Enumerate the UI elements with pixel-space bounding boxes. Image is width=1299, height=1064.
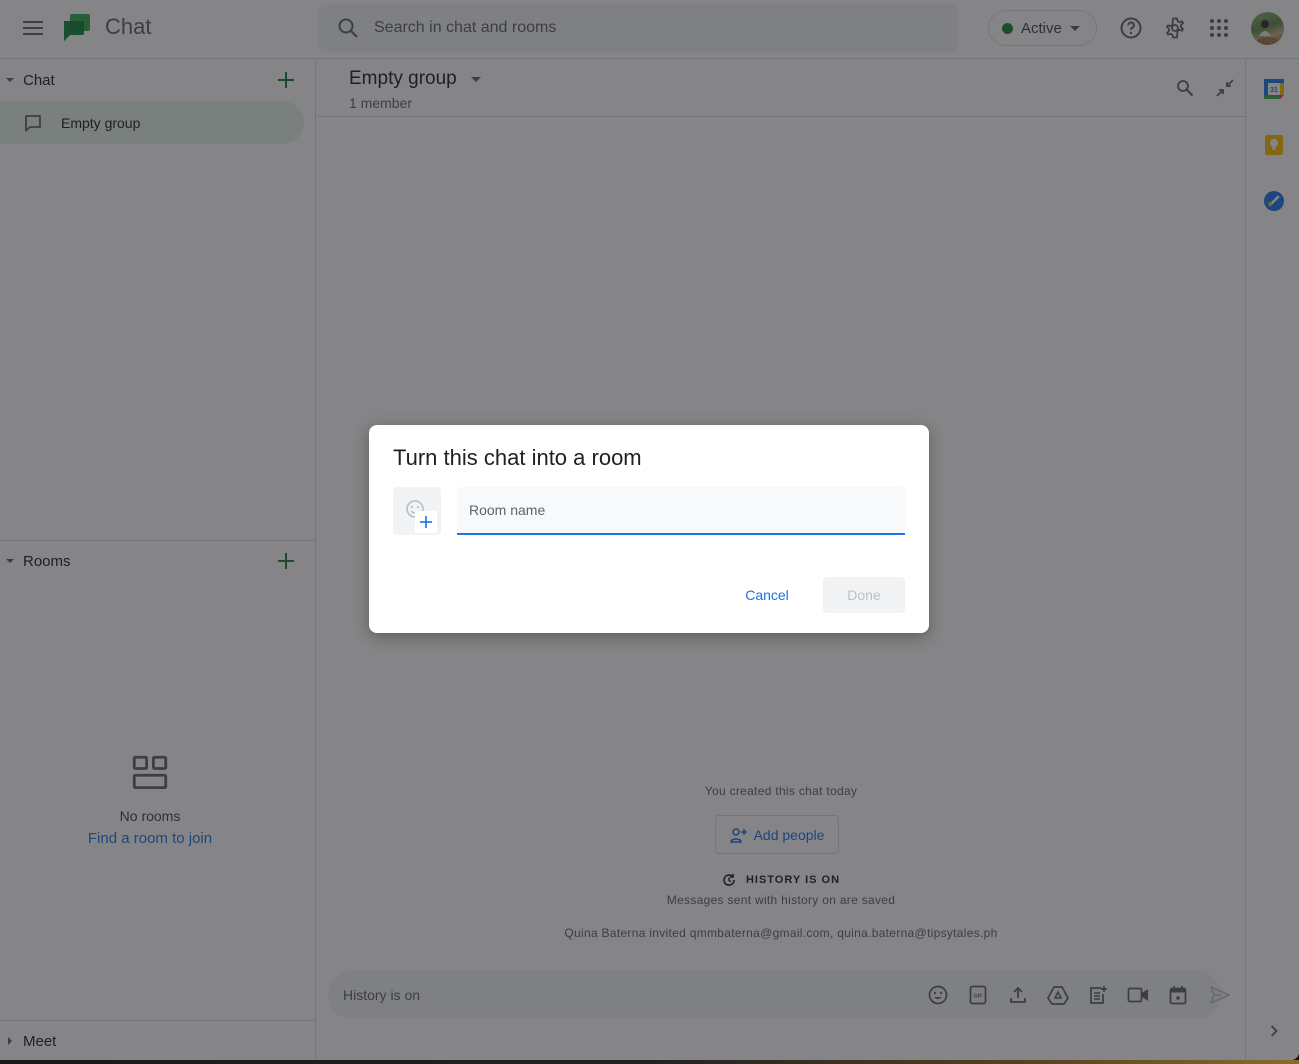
- add-emoji-badge: [415, 511, 437, 533]
- desktop-background-strip: [0, 1060, 1299, 1064]
- room-name-input[interactable]: [469, 502, 889, 518]
- room-emoji-picker-button[interactable]: [393, 487, 441, 535]
- done-button[interactable]: Done: [823, 577, 905, 613]
- turn-into-room-dialog: Turn this chat into a room Cancel Done: [369, 425, 929, 633]
- dialog-title: Turn this chat into a room: [393, 445, 642, 470]
- plus-icon: [420, 516, 432, 528]
- room-name-field[interactable]: [457, 487, 905, 535]
- cancel-button[interactable]: Cancel: [733, 577, 801, 613]
- chat-app-window: Chat Active Chat: [0, 0, 1299, 1060]
